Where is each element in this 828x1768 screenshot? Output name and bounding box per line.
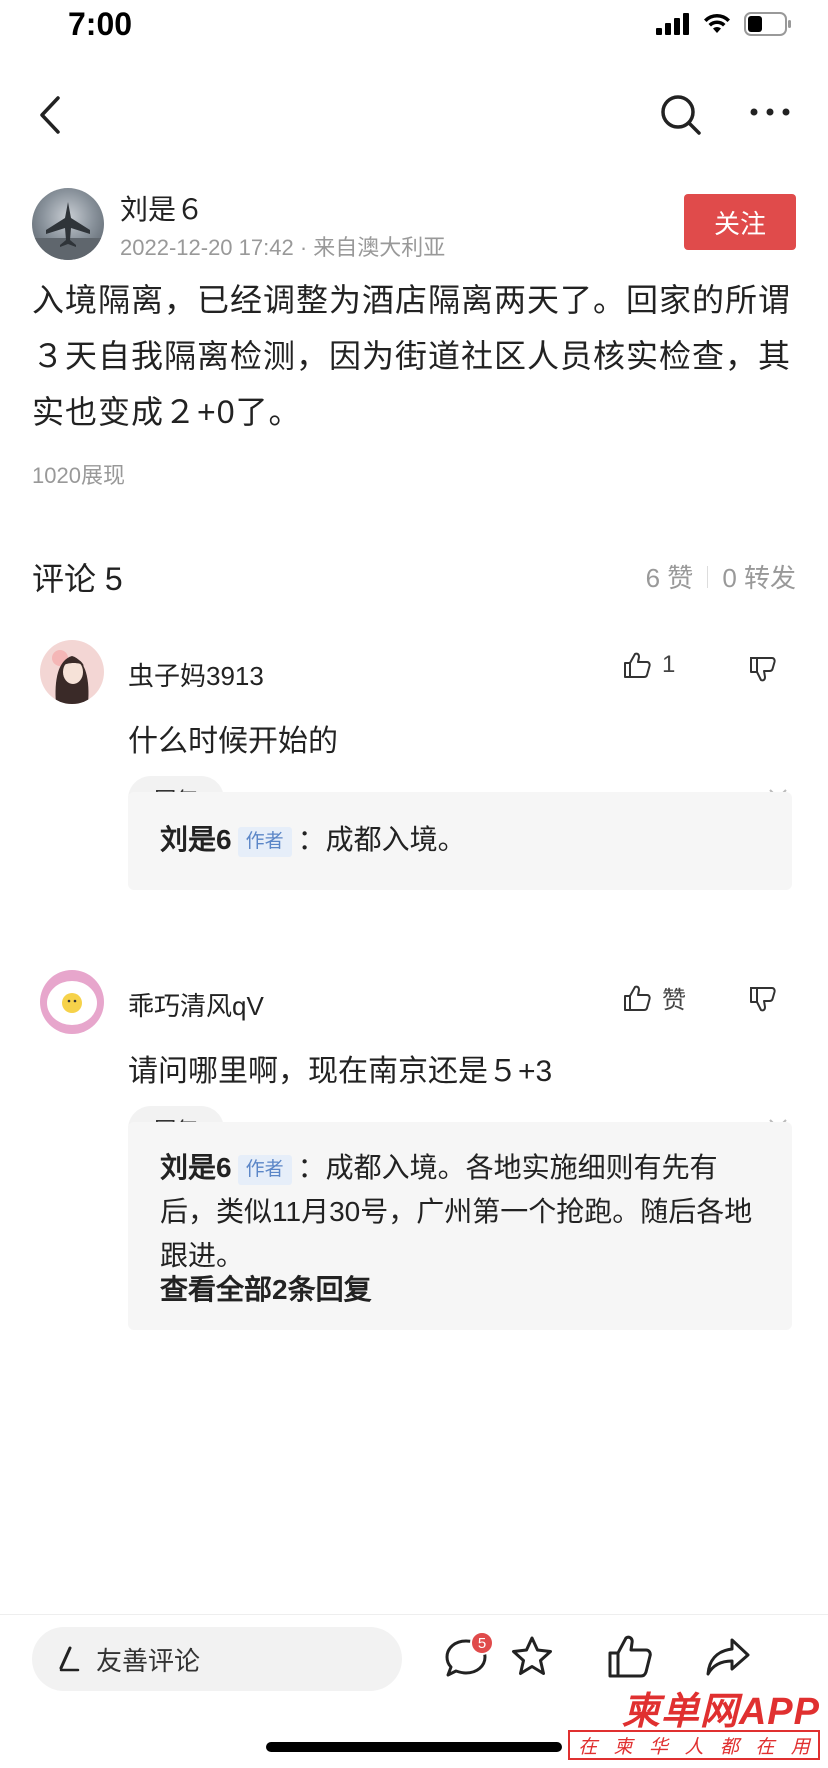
watermark-char: 华 (649, 1736, 669, 1758)
watermark-char: 在 (578, 1736, 598, 1758)
author-tag: 作者 (237, 1154, 292, 1185)
thumbs-up-icon (624, 652, 651, 678)
like-label: 赞 (662, 987, 686, 1014)
watermark: 柬单网APP 在 柬 华 人 都 在 用 (550, 1680, 820, 1764)
reply-author[interactable]: 刘是6 (160, 824, 232, 855)
author-tag: 作者 (237, 826, 292, 857)
watermark-logo: 柬单网APP (621, 1691, 820, 1733)
author-avatar[interactable] (32, 188, 104, 260)
post-header: 刘是６ 2022-12-20 17:42 · 来自澳大利亚 关注 (32, 186, 796, 262)
watermark-slogan: 在 柬 华 人 都 在 用 (568, 1730, 820, 1760)
reply-item[interactable]: 刘是6 作者 ：成都入境。 (160, 818, 466, 862)
like-count: 1 (662, 651, 676, 678)
post-body: 入境隔离，已经调整为酒店隔离两天了。回家的所谓３天自我隔离检测，因为街道社区人员… (32, 282, 792, 430)
follow-button[interactable]: 关注 (684, 194, 796, 250)
comment-like-button[interactable]: 1 (622, 650, 675, 680)
comment-text: 请问哪里啊，现在南京还是５+3 (128, 1055, 553, 1088)
reply-item[interactable]: 刘是6 作者 ：成都入境。各地实施细则有先有后，类似11月30号，广州第一个抢跑。随… (160, 1146, 770, 1278)
comments-stats: 6 赞 0 转发 (646, 558, 796, 595)
comments-header: 评论 5 6 赞 0 转发 (32, 554, 796, 598)
thumbs-down-icon[interactable] (742, 650, 782, 690)
comment-input-placeholder: 友善评论 (96, 1645, 201, 1676)
reply-box: 刘是6 作者 ：成都入境。各地实施细则有先有后，类似11月30号，广州第一个抢跑。随… (128, 1122, 792, 1330)
status-icons (656, 12, 792, 36)
signal-icon (656, 13, 689, 35)
battery-icon (744, 12, 791, 36)
author-name[interactable]: 刘是６ (120, 188, 204, 228)
status-time: 7:00 (68, 6, 133, 42)
star-icon[interactable] (506, 1631, 558, 1683)
commenter-name[interactable]: 乖巧清风qV (128, 986, 264, 1023)
search-icon[interactable] (658, 90, 704, 140)
comment-count-badge: 5 (470, 1631, 494, 1655)
commenter-name[interactable]: 虫子妈3913 (128, 656, 264, 693)
shares-count[interactable]: 0 转发 (722, 558, 796, 595)
watermark-char: 都 (719, 1736, 739, 1758)
watermark-char: 人 (684, 1736, 704, 1758)
pen-icon (59, 1646, 80, 1672)
view-all-replies-link[interactable]: 查看全部2条回复 (160, 1268, 372, 1308)
likes-count[interactable]: 6 赞 (646, 558, 694, 595)
watermark-char: 用 (790, 1736, 810, 1758)
reply-text: ：成都入境。 (297, 824, 466, 855)
thumbs-up-icon (624, 985, 651, 1011)
thumbs-up-icon[interactable] (604, 1631, 656, 1683)
home-indicator[interactable] (266, 1742, 562, 1752)
share-icon[interactable] (702, 1631, 754, 1683)
reply-box: 刘是6 作者 ：成都入境。 (128, 792, 792, 890)
status-bar: 7:00 (0, 0, 828, 52)
watermark-char: 柬 (613, 1736, 633, 1758)
commenter-avatar[interactable] (40, 640, 104, 704)
comment-input[interactable]: 友善评论 (32, 1627, 402, 1691)
comments-title: 评论 5 (32, 561, 123, 597)
girl-avatar-image (40, 640, 104, 704)
post-views: 1020展现 (32, 463, 125, 488)
watermark-char: 在 (755, 1736, 775, 1758)
commenter-avatar[interactable] (40, 970, 104, 1034)
reply-author[interactable]: 刘是6 (160, 1152, 232, 1183)
more-icon[interactable] (746, 90, 794, 140)
comment-like-button[interactable]: 赞 (622, 980, 686, 1015)
post-meta: 2022-12-20 17:42 · 来自澳大利亚 (120, 235, 446, 260)
stat-divider (707, 565, 709, 588)
nav-bar (0, 80, 828, 150)
back-arrow-icon[interactable] (30, 90, 70, 140)
jet-avatar-image (32, 202, 104, 260)
wifi-icon (704, 13, 730, 33)
comment-text: 什么时候开始的 (128, 725, 338, 758)
thumbs-down-icon[interactable] (742, 980, 782, 1020)
egg-avatar-image (40, 970, 104, 1034)
